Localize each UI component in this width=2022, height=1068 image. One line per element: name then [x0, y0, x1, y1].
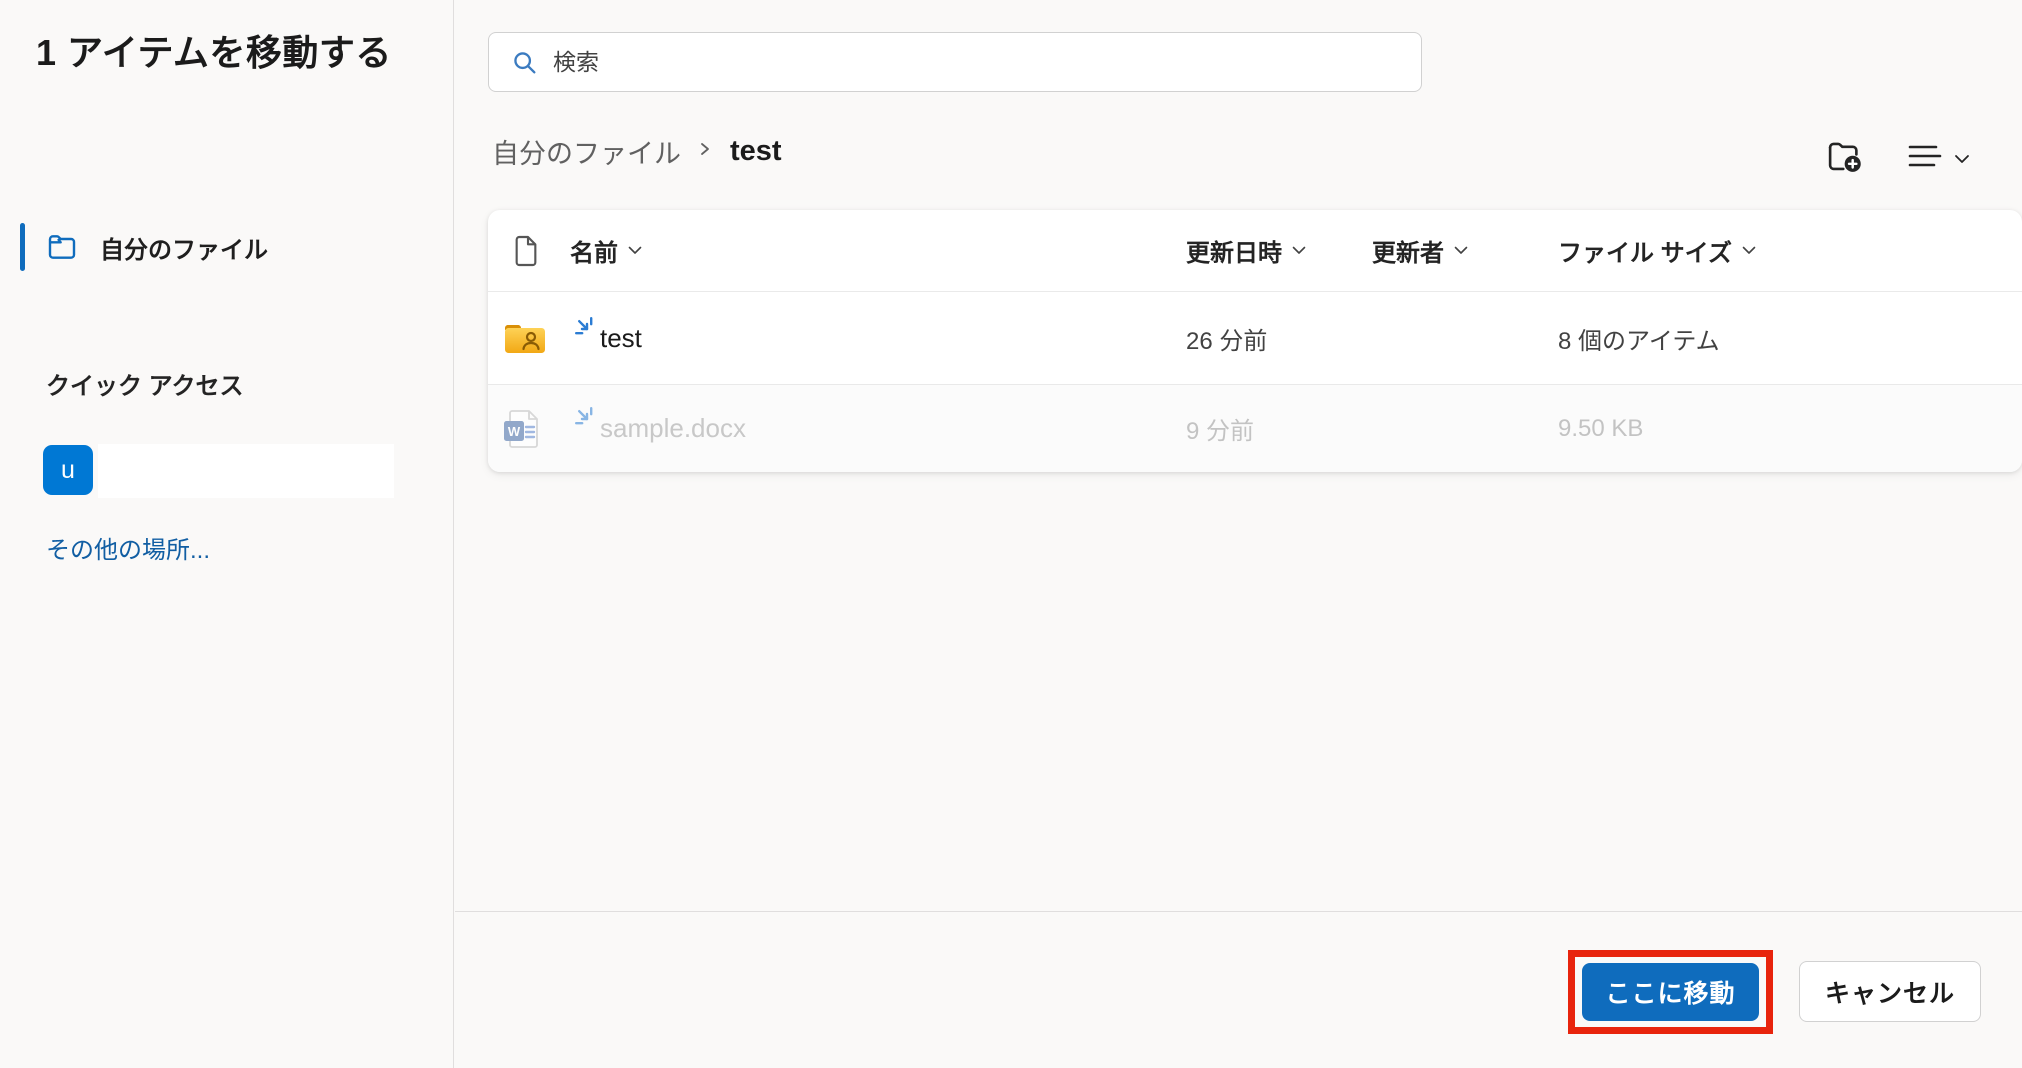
item-name-cell: test — [570, 323, 1186, 354]
quick-access-name-box — [98, 444, 394, 498]
new-folder-icon — [1824, 136, 1866, 183]
column-header-name[interactable]: 名前 — [570, 233, 1186, 268]
table-row-sample-docx: W sample.docx 9 分前 9.50 KB — [488, 384, 2022, 472]
file-list: 名前 更新日時 更新者 ファイル サイズ — [488, 210, 2022, 472]
chevron-down-icon — [1454, 246, 1468, 255]
item-name: sample.docx — [600, 413, 746, 444]
quick-access-heading: クイック アクセス — [46, 366, 243, 401]
search-input[interactable] — [489, 33, 1421, 91]
table-row-folder-test[interactable]: test 26 分前 8 個のアイテム — [488, 292, 2022, 384]
column-header-modified[interactable]: 更新日時 — [1186, 233, 1372, 268]
annotation-highlight-box: ここに移動 — [1568, 950, 1773, 1034]
selected-indicator-bar — [20, 223, 25, 271]
chevron-down-icon — [1954, 151, 1970, 169]
item-size: 8 個のアイテム — [1558, 321, 2022, 356]
item-name: test — [600, 323, 642, 354]
moving-item-icon — [575, 407, 599, 438]
item-modified: 26 分前 — [1186, 321, 1372, 356]
chevron-down-icon — [1742, 246, 1756, 255]
avatar: u — [43, 445, 93, 495]
moving-item-icon — [575, 317, 599, 348]
search-icon — [511, 49, 539, 82]
move-dialog-sidebar: 1 アイテムを移動する 自分のファイル クイック アクセス u その他の場所..… — [0, 0, 454, 1068]
column-header-file-size[interactable]: ファイル サイズ — [1558, 233, 2022, 268]
column-header-modified-by[interactable]: 更新者 — [1372, 233, 1558, 268]
sidebar-item-label: 自分のファイル — [100, 230, 268, 265]
chevron-down-icon — [628, 246, 642, 255]
sort-lines-icon — [1906, 142, 1942, 177]
document-type-column-icon — [502, 235, 570, 267]
sidebar-item-my-files[interactable]: 自分のファイル — [0, 218, 454, 276]
new-folder-button[interactable] — [1824, 136, 1866, 183]
chevron-down-icon — [1292, 246, 1306, 255]
search-box — [488, 32, 1422, 92]
file-list-header: 名前 更新日時 更新者 ファイル サイズ — [488, 210, 2022, 292]
footer-divider — [455, 911, 2022, 912]
dialog-title: 1 アイテムを移動する — [36, 26, 398, 80]
breadcrumb-current: test — [730, 135, 782, 168]
breadcrumb-chevron-icon — [699, 138, 712, 165]
word-document-icon: W — [502, 407, 570, 451]
move-here-button[interactable]: ここに移動 — [1582, 963, 1759, 1021]
quick-access-item[interactable]: u — [0, 444, 454, 498]
svg-text:W: W — [508, 424, 521, 439]
toolbar — [1824, 136, 1970, 183]
breadcrumb-parent[interactable]: 自分のファイル — [492, 132, 681, 171]
breadcrumb: 自分のファイル test — [492, 128, 782, 174]
item-modified: 9 分前 — [1186, 411, 1372, 446]
view-options-button[interactable] — [1906, 142, 1970, 177]
shared-folder-icon — [502, 319, 570, 357]
cancel-button[interactable]: キャンセル — [1799, 961, 1981, 1022]
item-name-cell: sample.docx — [570, 413, 1186, 444]
move-dialog-main: 自分のファイル test — [455, 0, 2022, 1068]
item-size: 9.50 KB — [1558, 415, 2022, 443]
more-places-link[interactable]: その他の場所... — [46, 530, 210, 565]
folder-icon — [46, 231, 78, 268]
